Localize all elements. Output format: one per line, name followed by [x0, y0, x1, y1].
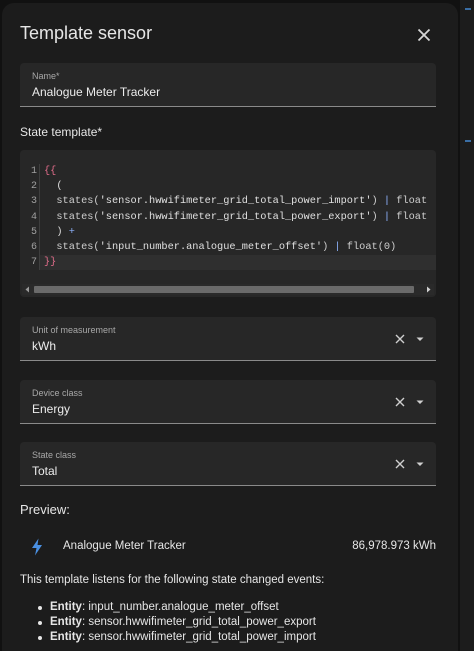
dialog-title: Template sensor [20, 23, 153, 43]
code-token: }} [44, 256, 57, 269]
listen-description: This template listens for the following … [20, 574, 325, 586]
code-token: float [390, 210, 428, 223]
code-token: ) [44, 225, 69, 238]
listened-entity-item: Entity: sensor.hwwifimeter_grid_total_po… [36, 630, 316, 645]
code-token: states( [44, 195, 100, 208]
code-token: states( [44, 210, 100, 223]
code-token: float [390, 195, 428, 208]
chevron-down-icon[interactable] [413, 332, 427, 346]
code-line[interactable]: states('input_number.analogue_meter_offs… [40, 240, 436, 255]
clear-icon[interactable] [393, 395, 407, 409]
scrollbar-thumb[interactable] [34, 286, 414, 293]
code-token: states( [44, 240, 100, 253]
line-number: 1 [30, 166, 37, 177]
entity-id: sensor.hwwifimeter_grid_total_power_impo… [88, 631, 316, 643]
code-token: ) [371, 195, 384, 208]
scroll-right-icon[interactable] [425, 286, 432, 293]
dialog-header: Template sensor [2, 3, 458, 61]
unit-field-value: kWh [32, 339, 56, 353]
template-sensor-dialog: Template sensor Name* Analogue Meter Tra… [2, 3, 458, 651]
state-class-field[interactable]: State class Total [20, 442, 436, 486]
device-class-field[interactable]: Device class Energy [20, 380, 436, 424]
code-line[interactable]: ) + [40, 225, 436, 240]
line-number: 5 [30, 226, 37, 238]
code-token: float(0) [340, 240, 397, 253]
background-tick [465, 140, 471, 142]
preview-entity-name: Analogue Meter Tracker [63, 540, 186, 552]
preview-entity-value: 86,978.973 kWh [352, 540, 436, 552]
lightning-bolt-icon [32, 538, 42, 556]
listened-entity-item: Entity: input_number.analogue_meter_offs… [36, 600, 316, 615]
background-tick [465, 8, 471, 10]
code-line[interactable]: states('sensor.hwwifimeter_grid_total_po… [40, 210, 436, 225]
device-class-label: Device class [32, 388, 83, 398]
entity-key-label: Entity [50, 631, 82, 643]
code-line[interactable]: ( [40, 179, 436, 194]
preview-title: Preview: [20, 502, 70, 517]
code-token: 'sensor.hwwifimeter_grid_total_power_exp… [99, 210, 372, 223]
code-token: ) [371, 210, 384, 223]
line-number: 4 [30, 211, 37, 223]
name-field[interactable]: Name* Analogue Meter Tracker [20, 63, 436, 107]
code-line[interactable]: }} [40, 255, 436, 271]
code-line[interactable]: states('sensor.hwwifimeter_grid_total_po… [40, 194, 436, 209]
entity-key-label: Entity [50, 601, 82, 613]
code-token: 'input_number.analogue_meter_offset' [99, 240, 323, 253]
close-icon [417, 28, 431, 42]
line-number-gutter: 1 2 3 4 5 6 7 [20, 164, 37, 270]
chevron-down-icon[interactable] [413, 395, 427, 409]
entity-id: input_number.analogue_meter_offset [88, 601, 279, 613]
device-class-value: Energy [32, 402, 71, 416]
clear-icon[interactable] [393, 457, 407, 471]
line-number: 6 [30, 241, 37, 253]
scroll-left-icon[interactable] [24, 286, 31, 293]
line-number: 7 [30, 257, 37, 269]
close-button[interactable] [412, 23, 436, 47]
clear-icon[interactable] [393, 332, 407, 346]
background-page-strip [460, 0, 474, 651]
chevron-down-icon[interactable] [413, 457, 427, 471]
unit-of-measurement-field[interactable]: Unit of measurement kWh [20, 317, 436, 361]
unit-field-label: Unit of measurement [32, 325, 116, 335]
state-class-label: State class [32, 450, 77, 460]
code-token: {{ [44, 165, 57, 177]
state-class-value: Total [32, 464, 58, 478]
code-token: ) [322, 240, 335, 253]
entity-id: sensor.hwwifimeter_grid_total_power_expo… [88, 616, 316, 628]
state-template-editor[interactable]: 1234567 {{ ( states('sensor.hwwifimeter_… [20, 150, 436, 297]
entity-key-label: Entity [50, 616, 82, 628]
listened-entity-item: Entity: sensor.hwwifimeter_grid_total_po… [36, 615, 316, 630]
name-field-value[interactable]: Analogue Meter Tracker [32, 85, 160, 99]
state-template-label: State template* [20, 125, 103, 139]
code-token: + [68, 225, 75, 238]
line-number: 2 [30, 181, 37, 193]
code-lines[interactable]: {{ ( states('sensor.hwwifimeter_grid_tot… [39, 164, 436, 271]
horizontal-scrollbar[interactable] [22, 284, 434, 295]
code-line[interactable]: {{ [40, 164, 436, 179]
code-token: 'sensor.hwwifimeter_grid_total_power_imp… [99, 195, 372, 208]
code-token: ( [44, 180, 63, 193]
name-field-label: Name* [32, 71, 60, 81]
listened-entity-list: Entity: input_number.analogue_meter_offs… [36, 600, 316, 645]
line-number: 3 [30, 196, 37, 208]
